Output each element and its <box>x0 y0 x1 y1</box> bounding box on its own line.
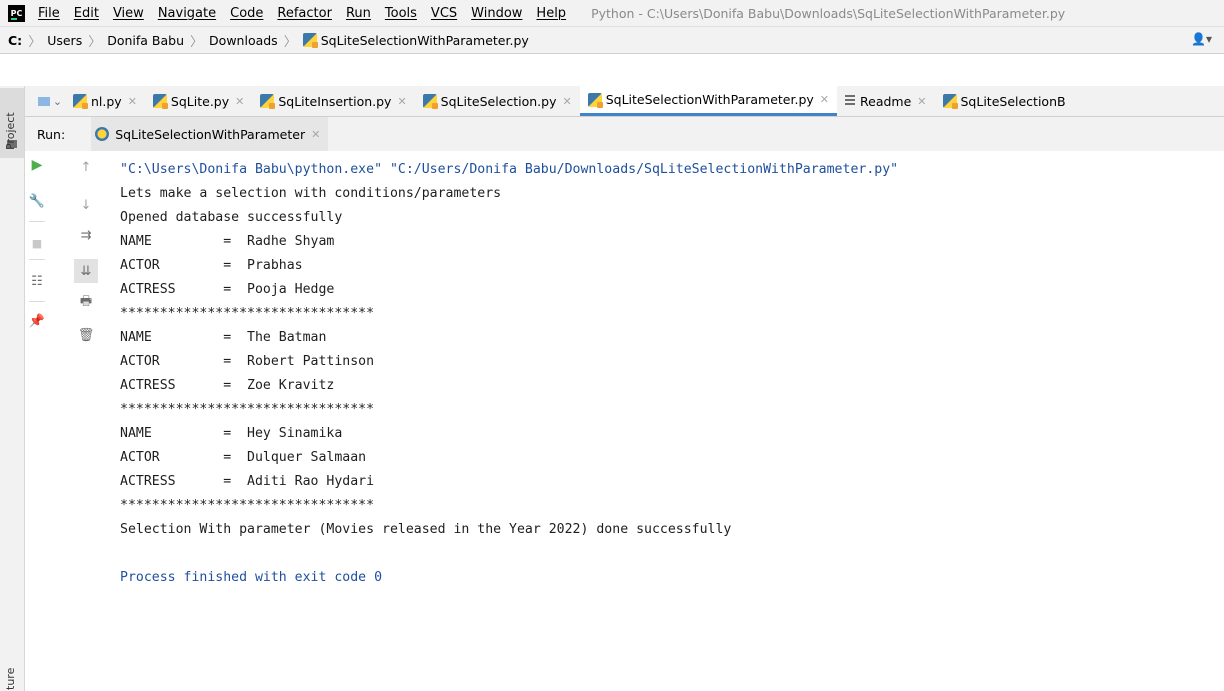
console-line: ******************************** <box>120 402 375 417</box>
menu-bar: PC File Edit View Navigate Code Refactor Run To… <box>0 0 1224 26</box>
project-tool-label[interactable]: Project <box>4 112 17 150</box>
run-toolbar: ▶ 🔧 ■ ☷ 📌 <box>25 151 49 691</box>
tab-list-icon[interactable]: ⌄ <box>35 86 65 116</box>
console-line: ACTOR = Robert Pattinson <box>120 354 375 369</box>
console-line: ACTRESS = Zoe Kravitz <box>120 378 335 393</box>
breadcrumb-file-label: SqLiteSelectionWithParameter.py <box>320 32 529 48</box>
menu-help[interactable]: Help <box>529 6 573 21</box>
python-file-icon <box>152 94 168 109</box>
menu-run[interactable]: Run <box>339 6 378 21</box>
editor-tab-label: SqLiteSelection.py <box>440 93 557 109</box>
console-output[interactable]: "C:\Users\Donifa Babu\python.exe" "C:/Us… <box>120 158 1220 678</box>
menu-view[interactable]: View <box>106 6 151 21</box>
console-line: NAME = Hey Sinamika <box>120 426 343 441</box>
breadcrumb: C: 〉 Users 〉 Donifa Babu 〉 Downloads 〉 S… <box>0 26 1224 54</box>
scroll-to-end-icon[interactable]: ⇊ <box>74 259 98 283</box>
editor-tab[interactable]: nl.py ✕ <box>65 86 145 116</box>
console-line: ******************************** <box>120 498 375 513</box>
close-icon[interactable]: ✕ <box>311 128 320 141</box>
console-line: Process finished with exit code 0 <box>120 570 383 585</box>
chevron-right-icon: 〉 <box>88 34 102 50</box>
close-icon[interactable]: ✕ <box>397 95 406 108</box>
python-run-icon <box>95 127 110 141</box>
console-line: Opened database successfully <box>120 210 343 225</box>
editor-tab[interactable]: SqLiteSelection.py ✕ <box>415 86 580 116</box>
console-line: "C:\Users\Donifa Babu\python.exe" "C:/Us… <box>120 162 899 177</box>
menu-file[interactable]: File <box>31 6 67 21</box>
chevron-right-icon: 〉 <box>283 34 297 50</box>
editor-tab-bar: ⌄ nl.py ✕ SqLite.py ✕ SqLiteInsertion.py ✕ SqL… <box>25 86 1224 117</box>
logo-text: PC <box>10 8 23 18</box>
arrow-up-icon[interactable]: ↑ <box>74 155 98 179</box>
console-line: ACTOR = Prabhas <box>120 258 303 273</box>
console-line: NAME = Radhe Shyam <box>120 234 335 249</box>
editor-tab[interactable]: SqLiteSelectionB <box>935 86 1074 116</box>
print-icon[interactable]: 🖶 <box>74 291 98 315</box>
python-file-icon <box>422 94 438 109</box>
close-icon[interactable]: ✕ <box>235 95 244 108</box>
editor-tab[interactable]: SqLiteInsertion.py ✕ <box>252 86 414 116</box>
close-icon[interactable]: ✕ <box>917 95 926 108</box>
python-file-icon <box>260 94 276 109</box>
editor-tab-label: nl.py <box>91 93 122 109</box>
pycharm-logo-icon: PC <box>8 4 25 22</box>
menu-window[interactable]: Window <box>464 6 529 21</box>
editor-tab[interactable]: SqLiteSelectionWithParameter.py ✕ <box>579 86 837 116</box>
menu-code[interactable]: Code <box>223 6 270 21</box>
python-file-icon <box>942 94 958 109</box>
close-icon[interactable]: ✕ <box>128 95 137 108</box>
python-file-icon <box>587 92 603 108</box>
breadcrumb-item-file[interactable]: SqLiteSelectionWithParameter.py <box>302 32 529 48</box>
console-line: ACTRESS = Aditi Rao Hydari <box>120 474 375 489</box>
console-line: NAME = The Batman <box>120 330 327 345</box>
editor-tab[interactable]: Readme ✕ <box>837 86 935 116</box>
menu-vcs[interactable]: VCS <box>424 6 464 21</box>
menu-refactor[interactable]: Refactor <box>270 6 339 21</box>
left-tool-strip <box>0 86 25 691</box>
breadcrumb-drive[interactable]: C: <box>8 33 22 48</box>
run-label: Run: <box>37 126 66 142</box>
menu-tools[interactable]: Tools <box>378 6 424 21</box>
wrench-icon[interactable]: 🔧 <box>25 189 49 213</box>
editor-tab[interactable]: SqLite.py ✕ <box>145 86 252 116</box>
close-icon[interactable]: ✕ <box>820 93 829 106</box>
breadcrumb-item-downloads[interactable]: Downloads <box>209 33 278 48</box>
console-line: ACTRESS = Pooja Hedge <box>120 282 335 297</box>
soft-wrap-icon[interactable]: ⇉ <box>74 223 98 247</box>
editor-tab-label: SqLiteInsertion.py <box>278 93 392 109</box>
console-line: ACTOR = Dulquer Salmaan <box>120 450 367 465</box>
menu-navigate[interactable]: Navigate <box>151 6 223 21</box>
run-panel-header: Run: SqLiteSelectionWithParameter ✕ <box>25 117 1224 151</box>
console-line: Lets make a selection with conditions/pa… <box>120 186 502 201</box>
structure-tool-label[interactable]: ture <box>4 668 17 690</box>
console-toolbar: ↑ ↓ ⇉ ⇊ 🖶 🗑 <box>74 151 102 691</box>
trash-icon[interactable]: 🗑 <box>74 323 98 347</box>
chevron-right-icon: 〉 <box>190 34 204 50</box>
python-file-icon <box>302 33 318 48</box>
editor-tab-label: SqLiteSelectionB <box>960 93 1066 109</box>
arrow-down-icon[interactable]: ↓ <box>74 193 98 217</box>
menu-items: File Edit View Navigate Code Refactor Run Tools… <box>31 6 573 21</box>
console-line: Selection With parameter (Movies release… <box>120 522 732 537</box>
editor-tab-label: Readme <box>860 93 912 109</box>
stop-icon[interactable]: ■ <box>25 231 49 255</box>
user-account-icon[interactable]: 👤▾ <box>1191 32 1212 46</box>
rerun-icon[interactable]: ▶ <box>25 153 49 177</box>
run-config-tab[interactable]: SqLiteSelectionWithParameter ✕ <box>91 117 329 151</box>
close-icon[interactable]: ✕ <box>562 95 571 108</box>
python-file-icon <box>73 94 88 109</box>
breadcrumb-item-user[interactable]: Donifa Babu <box>107 33 184 48</box>
readme-file-icon <box>845 95 855 107</box>
run-config-label: SqLiteSelectionWithParameter <box>115 126 306 142</box>
pin-icon[interactable]: 📌 <box>25 309 49 333</box>
breadcrumb-item-users[interactable]: Users <box>47 33 82 48</box>
editor-tab-label: SqLiteSelectionWithParameter.py <box>605 92 814 107</box>
window-title: Python - C:\Users\Donifa Babu\Downloads\… <box>591 5 1066 21</box>
menu-edit[interactable]: Edit <box>67 6 106 21</box>
layout-icon[interactable]: ☷ <box>25 269 49 293</box>
console-line: ******************************** <box>120 306 375 321</box>
editor-tab-label: SqLite.py <box>170 93 230 109</box>
chevron-right-icon: 〉 <box>28 34 42 50</box>
